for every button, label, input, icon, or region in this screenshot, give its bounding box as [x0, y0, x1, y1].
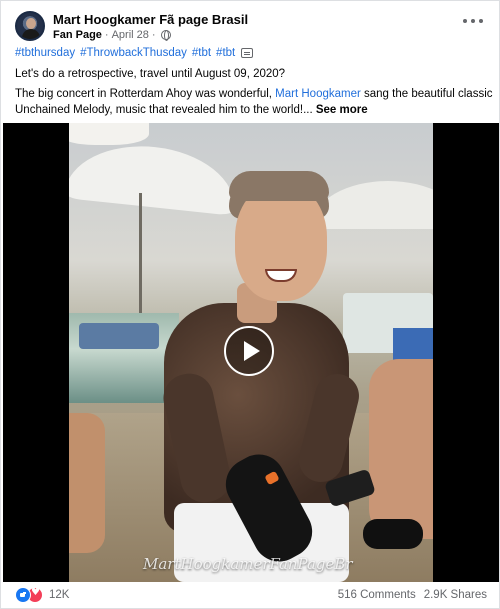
- meta-separator: ·: [104, 29, 109, 41]
- post-text-line: Let's do a retrospective, travel until A…: [15, 68, 286, 80]
- more-options-button[interactable]: [463, 13, 483, 29]
- hashtag-tbt[interactable]: #tbt: [192, 47, 211, 59]
- video-watermark: MartHoogkamerFanPageBr: [143, 555, 353, 573]
- like-icon: [15, 587, 31, 603]
- page-name[interactable]: Mart Hoogkamer Fã page Brasil: [53, 12, 248, 27]
- see-more-link[interactable]: See more: [316, 104, 368, 116]
- engagement-stats: 516 Comments 2.9K Shares: [338, 589, 487, 601]
- caption-text: The big concert in Rotterdam Ahoy was wo…: [15, 88, 276, 100]
- meta-separator-2: ·: [151, 29, 156, 41]
- page-category[interactable]: Fan Page: [53, 29, 102, 41]
- mention-link[interactable]: Mart Hoogkamer: [275, 88, 361, 100]
- post-header: Mart Hoogkamer Fã page Brasil Fan Page ·…: [1, 1, 500, 45]
- hashtag-tbthursday[interactable]: #tbthursday: [15, 47, 75, 59]
- play-button[interactable]: [224, 326, 274, 376]
- reaction-count: 12K: [49, 589, 70, 601]
- shares-count[interactable]: 2.9K Shares: [424, 589, 487, 601]
- more-dots-icon: [463, 19, 467, 23]
- hashtag-throwbackthusday[interactable]: #ThrowbackThusday: [80, 47, 187, 59]
- post-footer: 12K 516 Comments 2.9K Shares: [1, 582, 500, 609]
- hashtag-row: #tbthursday #ThrowbackThusday #tbt #tbt: [15, 47, 254, 59]
- post-card: Mart Hoogkamer Fã page Brasil Fan Page ·…: [0, 0, 500, 609]
- video-player[interactable]: MartHoogkamerFanPageBr: [3, 123, 499, 582]
- globe-icon: [160, 30, 171, 41]
- calendar-emoji-icon: [241, 48, 254, 58]
- page-avatar[interactable]: [15, 11, 45, 41]
- post-meta: Fan Page · April 28 ·: [53, 29, 171, 41]
- hashtag-tbt-2[interactable]: #tbt: [216, 47, 235, 59]
- post-date[interactable]: April 28: [112, 29, 149, 41]
- post-caption: The big concert in Rotterdam Ahoy was wo…: [15, 86, 495, 118]
- play-icon: [244, 341, 260, 361]
- reactions-summary[interactable]: 12K: [15, 587, 69, 603]
- comments-count[interactable]: 516 Comments: [338, 589, 416, 601]
